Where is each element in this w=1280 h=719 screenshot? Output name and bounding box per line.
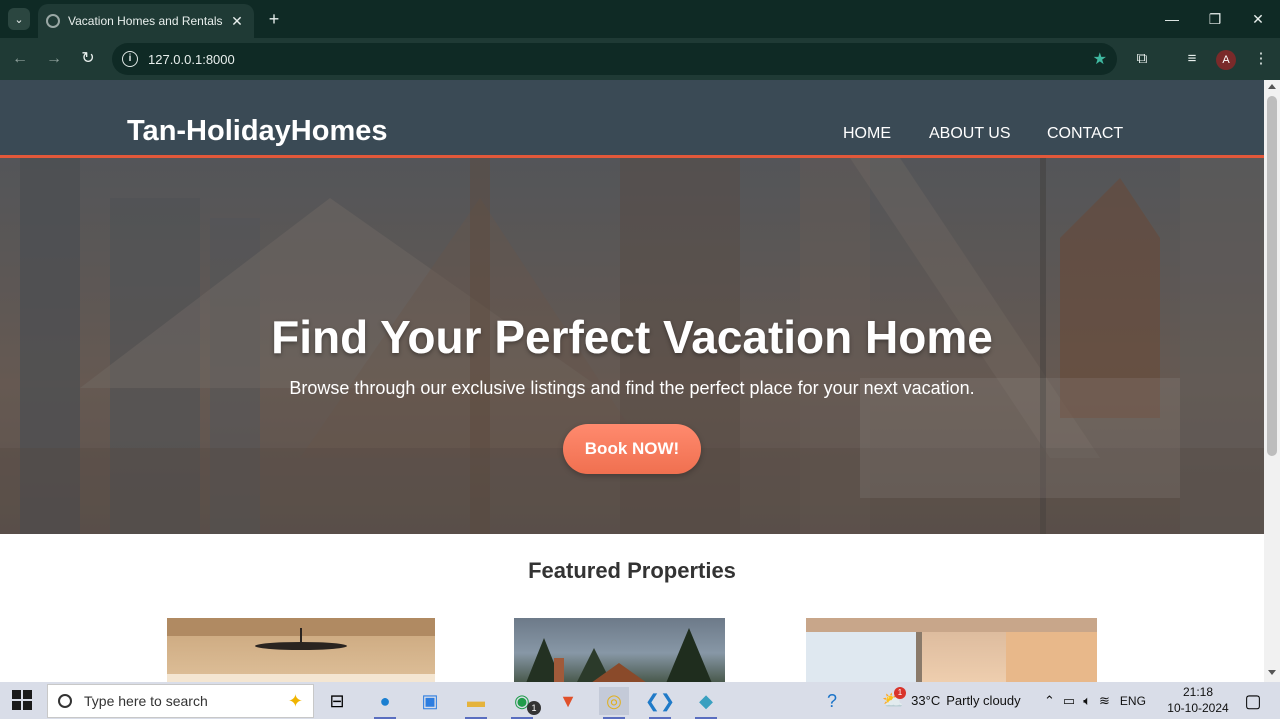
nav-about-us[interactable]: ABOUT US (929, 125, 1011, 143)
page-viewport: Tan-HolidayHomes HOME ABOUT US CONTACT F… (0, 80, 1264, 682)
browser-menu-icon[interactable]: ⋮ (1250, 48, 1272, 70)
weather-badge: 1 (894, 686, 906, 699)
site-info-icon[interactable]: i (122, 51, 138, 67)
extensions-icon[interactable]: ⧉ (1131, 48, 1153, 70)
weather-widget[interactable]: ⛅ 1 33°C Partly cloudy (882, 682, 1021, 719)
weather-text: Partly cloudy (946, 693, 1021, 708)
taskbar-search[interactable]: Type here to search ✦ (47, 684, 314, 718)
tab-title: Vacation Homes and Rentals (68, 14, 223, 28)
clock-time: 21:18 (1182, 685, 1214, 699)
tray-icons: ⌃ ▭ 🔈︎ ≋ ENG (1044, 682, 1146, 719)
search-placeholder: Type here to search (84, 693, 208, 709)
restore-button[interactable]: ❐ (1195, 8, 1235, 30)
reload-button[interactable]: ↻ (76, 48, 100, 70)
clock-date: 10-10-2024 (1167, 701, 1229, 715)
system-clock[interactable]: 21:18 10-10-2024 (1166, 684, 1230, 716)
tab-search-button[interactable]: ⌄ (8, 8, 30, 30)
nav-home[interactable]: HOME (843, 125, 891, 143)
weather-icon: ⛅ 1 (882, 686, 906, 711)
task-view-icon[interactable]: ⊟ (322, 687, 352, 715)
notifications-icon[interactable]: ▢ (1238, 687, 1268, 715)
hero-subtitle: Browse through our exclusive listings an… (289, 378, 975, 398)
browser-toolbar: ← → ↻ i 127.0.0.1:8000 ★ ⧉ ≡ ⋮ (0, 38, 1280, 80)
book-now-button[interactable]: Book NOW! (563, 424, 701, 474)
brave-icon[interactable]: ▼ (553, 687, 583, 715)
windows-start-icon[interactable] (12, 690, 32, 710)
forward-button[interactable]: → (42, 48, 66, 70)
minimize-button[interactable]: — (1152, 8, 1192, 30)
property-image-2[interactable] (514, 618, 725, 682)
weather-temp: 33°C (911, 693, 941, 708)
search-highlight-icon: ✦ (287, 690, 303, 711)
tab-close-button[interactable]: ✕ (228, 13, 246, 30)
site-header: Tan-HolidayHomes HOME ABOUT US CONTACT (0, 80, 1264, 158)
bookmark-star-icon[interactable]: ★ (1093, 49, 1107, 69)
address-bar[interactable]: i 127.0.0.1:8000 ★ (112, 43, 1117, 75)
search-icon (58, 694, 72, 708)
battery-icon[interactable]: ▭ (1063, 693, 1075, 709)
ceiling-fan-graphic (167, 618, 435, 682)
browser-tab[interactable]: Vacation Homes and Rentals ✕ (38, 4, 254, 38)
cabin-forest-graphic (526, 628, 712, 682)
back-button[interactable]: ← (8, 48, 32, 70)
hero-section: Find Your Perfect Vacation Home Browse t… (0, 158, 1264, 534)
property-image-1[interactable] (167, 618, 435, 682)
site-logo[interactable]: Tan-HolidayHomes (127, 115, 388, 148)
balcony-view-graphic (806, 618, 1097, 682)
edge-icon[interactable]: ● (370, 687, 400, 719)
featured-properties-heading: Featured Properties (528, 558, 736, 583)
wifi-icon[interactable]: ≋ (1099, 693, 1110, 709)
whatsapp-icon[interactable]: ◉ 1 (507, 687, 541, 719)
whatsapp-badge: 1 (527, 701, 541, 715)
store-icon[interactable]: ▣ (415, 687, 445, 715)
globe-icon (46, 14, 60, 28)
chrome-icon[interactable]: ◎ (599, 687, 629, 719)
media-controls-icon[interactable]: ≡ (1181, 48, 1203, 70)
scroll-up-arrow[interactable] (1268, 84, 1276, 89)
git-tool-icon[interactable]: ◆ (691, 687, 721, 719)
nav-contact[interactable]: CONTACT (1047, 125, 1123, 143)
page-scrollbar[interactable] (1264, 80, 1280, 682)
profile-avatar[interactable]: A (1216, 50, 1236, 70)
scroll-thumb[interactable] (1267, 96, 1277, 456)
chevron-up-icon[interactable]: ⌃ (1044, 693, 1055, 709)
new-tab-button[interactable]: + (262, 8, 286, 30)
url-text: 127.0.0.1:8000 (148, 51, 235, 67)
hero-title: Find Your Perfect Vacation Home (271, 311, 993, 363)
property-image-3[interactable] (806, 618, 1097, 682)
help-icon[interactable]: ? (817, 687, 847, 715)
browser-tab-strip: ⌄ Vacation Homes and Rentals ✕ + — ❐ ✕ (0, 0, 1280, 38)
close-window-button[interactable]: ✕ (1238, 8, 1278, 30)
language-indicator[interactable]: ENG (1120, 694, 1146, 708)
file-explorer-icon[interactable]: ▬ (461, 687, 491, 719)
windows-taskbar: Type here to search ✦ ⊟ ● ▣ ▬ ◉ 1 ▼ ◎ ❮❯ … (0, 682, 1280, 719)
scroll-down-arrow[interactable] (1268, 670, 1276, 675)
volume-icon[interactable]: 🔈︎ (1083, 693, 1091, 709)
vscode-icon[interactable]: ❮❯ (645, 687, 675, 719)
